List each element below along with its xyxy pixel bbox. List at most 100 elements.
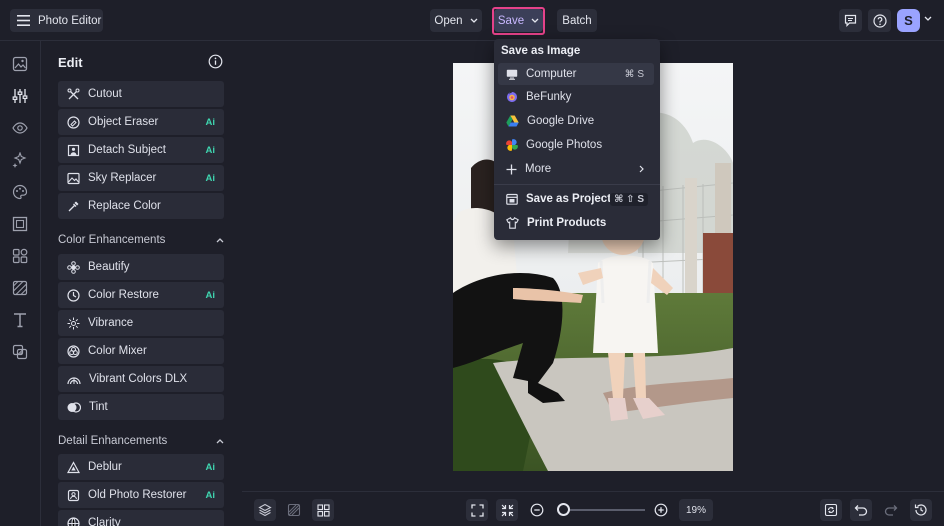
open-label: Open — [434, 14, 463, 27]
menu-item-label: Computer — [526, 68, 577, 80]
chevron-down-icon[interactable] — [924, 16, 932, 21]
menu-item-label: BeFunky — [526, 91, 572, 103]
app-title: Photo Editor — [38, 14, 102, 27]
tool-tint[interactable]: Tint — [58, 394, 224, 420]
zoom-slider-track[interactable] — [560, 509, 645, 511]
section-detail-enhancements[interactable]: Detail Enhancements — [58, 435, 224, 447]
tool-replace-color[interactable]: Replace Color — [58, 193, 224, 219]
color-mixer-icon — [67, 344, 80, 358]
graphics-icon[interactable] — [11, 247, 29, 265]
zoom-out-button[interactable] — [526, 499, 548, 521]
textures-icon[interactable] — [11, 279, 29, 297]
project-icon — [506, 193, 518, 205]
compare-button[interactable] — [283, 499, 305, 521]
info-icon[interactable] — [208, 54, 223, 69]
open-button[interactable]: Open — [430, 9, 482, 32]
save-to-computer[interactable]: Computer ⌘ S — [498, 63, 654, 85]
save-to-befunky[interactable]: BeFunky — [498, 86, 654, 108]
menu-item-label: Google Photos — [526, 139, 603, 151]
shortcut: ⌘ S — [624, 68, 644, 80]
help-icon — [872, 13, 887, 28]
tool-beautify[interactable]: Beautify — [58, 254, 224, 280]
fit-screen-button[interactable] — [466, 499, 488, 521]
zoom-in-button[interactable] — [650, 499, 672, 521]
zoom-level[interactable]: 19% — [679, 499, 713, 521]
cutout-icon — [67, 88, 80, 101]
comment-button[interactable] — [839, 9, 862, 32]
section-color-enhancements[interactable]: Color Enhancements — [58, 234, 224, 246]
beautify-icon — [67, 260, 80, 274]
tint-icon — [67, 401, 81, 414]
zoom-slider-handle[interactable] — [557, 503, 570, 516]
save-more[interactable]: More — [498, 158, 654, 180]
menu-item-label: Print Products — [527, 217, 607, 229]
shortcut: ⌘ ⇧ S — [610, 192, 648, 206]
save-to-google-drive[interactable]: Google Drive — [498, 110, 654, 132]
compare-icon — [287, 503, 301, 517]
ai-badge: Ai — [205, 172, 216, 184]
eye-icon[interactable] — [11, 119, 29, 137]
menu-item-label: Save as Project — [526, 193, 612, 205]
ai-badge: Ai — [205, 144, 216, 156]
refresh-icon — [824, 503, 838, 517]
help-button[interactable] — [868, 9, 891, 32]
menu-item-label: Google Drive — [527, 115, 595, 127]
edit-sliders-icon[interactable] — [11, 87, 29, 105]
app-menu-button[interactable]: Photo Editor — [10, 9, 103, 32]
tool-label: Cutout — [88, 88, 122, 100]
monitor-icon — [506, 69, 518, 80]
image-tool-icon[interactable] — [11, 55, 29, 73]
layers-overlay-icon[interactable] — [11, 343, 29, 361]
tool-sky-replacer[interactable]: Sky Replacer Ai — [58, 165, 224, 191]
tool-cutout[interactable]: Cutout — [58, 81, 224, 107]
expand-icon — [470, 503, 484, 517]
frames-icon[interactable] — [11, 215, 29, 233]
save-as-project[interactable]: Save as Project ⌘ ⇧ S — [498, 188, 654, 210]
tool-vibrant-colors-dlx[interactable]: Vibrant Colors DLX — [58, 366, 224, 392]
bottom-toolbar: 19% — [242, 491, 944, 526]
redo-icon — [884, 504, 898, 516]
tool-deblur[interactable]: Deblur Ai — [58, 454, 224, 480]
tool-vibrance[interactable]: Vibrance — [58, 310, 224, 336]
batch-button[interactable]: Batch — [557, 9, 597, 32]
layers-icon — [258, 503, 272, 517]
batch-label: Batch — [562, 14, 592, 27]
tool-label: Tint — [89, 401, 108, 413]
tool-old-photo-restorer[interactable]: Old Photo Restorer Ai — [58, 482, 224, 508]
undo-button[interactable] — [850, 499, 872, 521]
vibrance-icon — [67, 317, 80, 330]
tool-detach-subject[interactable]: Detach Subject Ai — [58, 137, 224, 163]
print-products[interactable]: Print Products — [498, 212, 654, 234]
tool-color-mixer[interactable]: Color Mixer — [58, 338, 224, 364]
sky-icon — [67, 172, 80, 185]
zoom-out-icon — [530, 503, 544, 517]
section-title: Color Enhancements — [58, 234, 166, 246]
tool-object-eraser[interactable]: Object Eraser Ai — [58, 109, 224, 135]
ai-badge: Ai — [205, 289, 216, 301]
actual-size-button[interactable] — [496, 499, 518, 521]
artsy-icon[interactable] — [11, 183, 29, 201]
grid-button[interactable] — [312, 499, 334, 521]
effects-icon[interactable] — [11, 151, 29, 169]
avatar[interactable]: S — [897, 9, 920, 32]
tshirt-icon — [506, 217, 519, 229]
shrink-icon — [501, 504, 514, 517]
tool-label: Object Eraser — [88, 116, 159, 128]
text-icon[interactable] — [11, 311, 29, 329]
redo-button[interactable] — [880, 499, 902, 521]
tool-clarity[interactable]: Clarity — [58, 510, 224, 526]
undo-icon — [854, 504, 868, 516]
tool-label: Sky Replacer — [88, 172, 157, 184]
rotate-canvas-button[interactable] — [820, 499, 842, 521]
tool-rail — [0, 41, 41, 526]
google-photos-icon — [506, 139, 518, 151]
save-to-google-photos[interactable]: Google Photos — [498, 134, 654, 156]
panel-title: Edit — [58, 55, 83, 70]
layers-button[interactable] — [254, 499, 276, 521]
history-button[interactable] — [910, 499, 932, 521]
save-highlight-box — [492, 7, 545, 35]
ai-badge: Ai — [205, 489, 216, 501]
google-drive-icon — [506, 115, 519, 127]
photo-restore-icon — [67, 489, 80, 502]
tool-color-restore[interactable]: Color Restore Ai — [58, 282, 224, 308]
